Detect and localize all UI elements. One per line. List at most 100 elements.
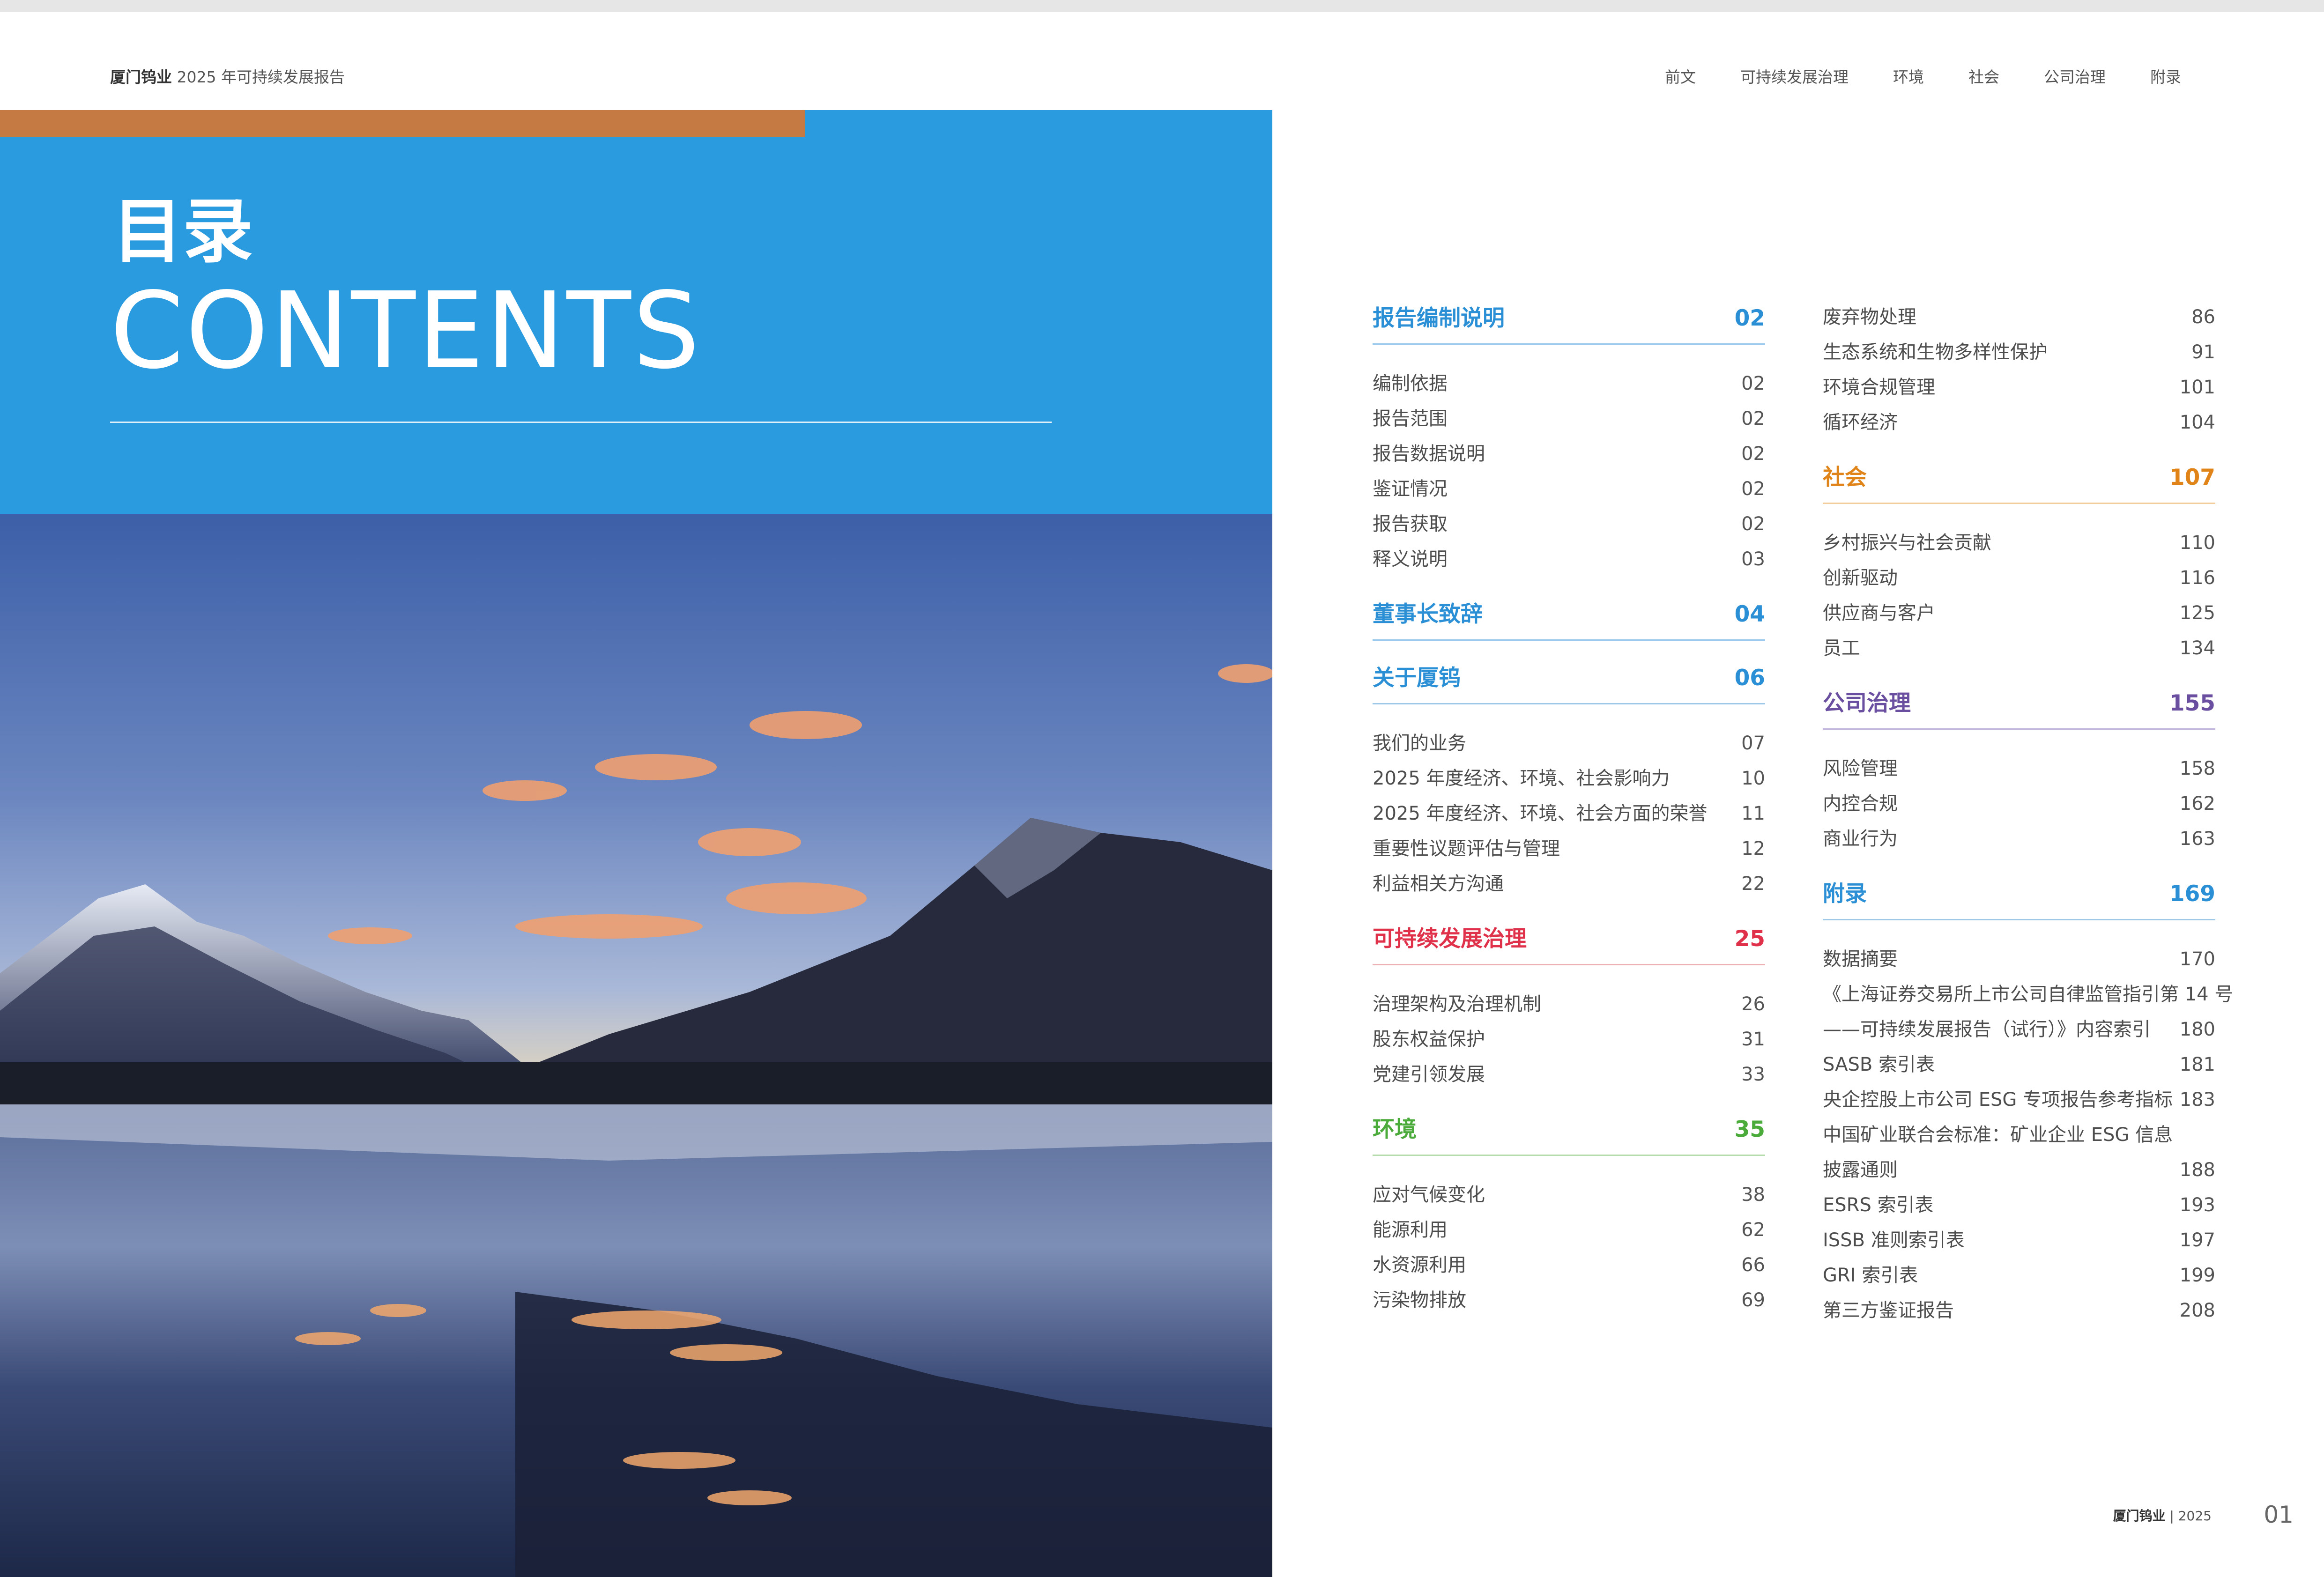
toc-item-page: 02 <box>1741 443 1765 465</box>
toc-item[interactable]: 第三方鉴证报告 208 <box>1823 1293 2215 1328</box>
toc-item-label: 鉴证情况 <box>1373 478 1448 500</box>
toc-item[interactable]: 污染物排放 69 <box>1373 1283 1765 1318</box>
toc-item[interactable]: 央企控股上市公司 ESG 专项报告参考指标 183 <box>1823 1082 2215 1118</box>
toc-item-label: 生态系统和生物多样性保护 <box>1823 341 2048 363</box>
footer-brand-name: 厦门钨业 <box>2113 1508 2166 1524</box>
landscape-photo <box>0 514 1272 1577</box>
toc-item[interactable]: 利益相关方沟通 22 <box>1373 866 1765 902</box>
toc-section-header[interactable]: 董事长致辞 04 <box>1373 596 1765 641</box>
toc-item-label: 员工 <box>1823 637 1860 659</box>
toc-item[interactable]: 治理架构及治理机制 26 <box>1373 987 1765 1022</box>
toc-item-page: 91 <box>2191 341 2215 363</box>
toc-item[interactable]: 股东权益保护 31 <box>1373 1022 1765 1057</box>
toc-item[interactable]: 编制依据 02 <box>1373 366 1765 401</box>
header-nav: 前文 可持续发展治理 环境 社会 公司治理 附录 <box>1665 65 2181 87</box>
toc-section-header[interactable]: 可持续发展治理 25 <box>1373 920 1765 965</box>
toc-item-label: 2025 年度经济、环境、社会影响力 <box>1373 768 1670 789</box>
toc-section-appendix: 附录 169 数据摘要 170 《上海证券交易所上市公司自律监管指引第 14 号 … <box>1823 875 2233 1328</box>
toc-item-page: 62 <box>1741 1219 1765 1241</box>
toc-item[interactable]: 释义说明 03 <box>1373 542 1765 577</box>
toc-item-label: 释义说明 <box>1373 548 1448 570</box>
toc-item-page: 181 <box>2179 1054 2215 1075</box>
toc-item[interactable]: 水资源利用 66 <box>1373 1248 1765 1283</box>
toc-section-header[interactable]: 附录 169 <box>1823 875 2215 920</box>
toc-item[interactable]: 供应商与客户 125 <box>1823 596 2215 631</box>
toc-item[interactable]: 商业行为 163 <box>1823 822 2215 857</box>
toc-item[interactable]: 内控合规 162 <box>1823 786 2215 822</box>
nav-item-corporate-governance[interactable]: 公司治理 <box>2044 65 2106 87</box>
nav-item-appendix[interactable]: 附录 <box>2150 65 2181 87</box>
toc-item[interactable]: 风险管理 158 <box>1823 751 2215 786</box>
toc-item-label: 水资源利用 <box>1373 1254 1466 1276</box>
toc-section-chairman: 董事长致辞 04 <box>1373 596 1765 641</box>
toc-item[interactable]: 数据摘要 170 <box>1823 942 2215 977</box>
toc-section-header[interactable]: 关于厦钨 06 <box>1373 659 1765 704</box>
toc-item-label: 党建引领发展 <box>1373 1064 1485 1085</box>
toc-item[interactable]: 生态系统和生物多样性保护 91 <box>1823 335 2215 370</box>
toc-item-page: 180 <box>2179 1019 2215 1040</box>
toc-item-page: 104 <box>2179 412 2215 433</box>
toc-item[interactable]: 应对气候变化 38 <box>1373 1177 1765 1213</box>
toc-section-page: 02 <box>1734 305 1765 331</box>
toc-environment-continued: 废弃物处理 86 生态系统和生物多样性保护 91 环境合规管理 101 循环经济 104 <box>1823 300 2215 440</box>
toc-item[interactable]: 废弃物处理 86 <box>1823 300 2215 335</box>
toc-item[interactable]: SASB 索引表 181 <box>1823 1047 2215 1082</box>
toc-item-label: ESRS 索引表 <box>1823 1194 1934 1216</box>
toc-item-label: 乡村振兴与社会贡献 <box>1823 532 1991 554</box>
toc-section-header[interactable]: 社会 107 <box>1823 459 2215 504</box>
nav-item-social[interactable]: 社会 <box>1968 65 1999 87</box>
toc-section-title: 报告编制说明 <box>1373 305 1505 331</box>
toc-item[interactable]: 创新驱动 116 <box>1823 561 2215 596</box>
toc-item[interactable]: 环境合规管理 101 <box>1823 370 2215 405</box>
toc-item-label: 风险管理 <box>1823 758 1898 779</box>
nav-item-preface[interactable]: 前文 <box>1665 65 1696 87</box>
toc-item-page: 163 <box>2179 828 2215 850</box>
toc-item[interactable]: 2025 年度经济、环境、社会方面的荣誉 11 <box>1373 796 1765 831</box>
toc-item[interactable]: 2025 年度经济、环境、社会影响力 10 <box>1373 761 1765 796</box>
top-strip <box>0 0 2324 12</box>
toc-item[interactable]: 我们的业务 07 <box>1373 726 1765 761</box>
toc-item-page: 170 <box>2179 948 2215 970</box>
brand-name: 厦门钨业 <box>110 68 172 86</box>
nav-item-environment[interactable]: 环境 <box>1893 65 1924 87</box>
toc-item-label: 循环经济 <box>1823 412 1898 433</box>
toc-section-environment: 环境 35 应对气候变化 38 能源利用 62 水资源利用 66 污染物排放 69 <box>1373 1111 1765 1318</box>
toc-item[interactable]: 循环经济 104 <box>1823 405 2215 440</box>
page-number: 01 <box>2264 1501 2294 1528</box>
toc-item[interactable]: 披露通则 188 <box>1823 1153 2215 1188</box>
toc-item[interactable]: 报告获取 02 <box>1373 507 1765 542</box>
toc-item-label: 重要性议题评估与管理 <box>1373 838 1560 859</box>
toc-item[interactable]: ——可持续发展报告（试行）》内容索引 180 <box>1823 1012 2215 1047</box>
toc-item-page: 31 <box>1741 1029 1765 1050</box>
toc-item-label: 应对气候变化 <box>1373 1184 1485 1206</box>
toc-section-header[interactable]: 报告编制说明 02 <box>1373 300 1765 345</box>
toc-item[interactable]: 报告范围 02 <box>1373 401 1765 437</box>
toc-item-page: 11 <box>1741 803 1765 824</box>
toc-item-label: SASB 索引表 <box>1823 1054 1935 1075</box>
toc-item-label: 中国矿业联合会标准：矿业企业 ESG 信息 <box>1823 1124 2173 1146</box>
toc-item-label: 股东权益保护 <box>1373 1029 1485 1050</box>
toc-item[interactable]: 员工 134 <box>1823 631 2215 666</box>
toc-item[interactable]: 鉴证情况 02 <box>1373 472 1765 507</box>
toc-section-header[interactable]: 环境 35 <box>1373 1111 1765 1156</box>
toc-item[interactable]: ESRS 索引表 193 <box>1823 1188 2215 1223</box>
toc-item[interactable]: 能源利用 62 <box>1373 1213 1765 1248</box>
toc-item[interactable]: 乡村振兴与社会贡献 110 <box>1823 526 2215 561</box>
toc-item[interactable]: 《上海证券交易所上市公司自律监管指引第 14 号 <box>1823 977 2233 1012</box>
toc-item-label: 环境合规管理 <box>1823 377 1935 398</box>
toc-item[interactable]: GRI 索引表 199 <box>1823 1258 2215 1293</box>
toc-item-label: 能源利用 <box>1373 1219 1448 1241</box>
toc-item[interactable]: 中国矿业联合会标准：矿业企业 ESG 信息 <box>1823 1118 2215 1153</box>
toc-item[interactable]: 重要性议题评估与管理 12 <box>1373 831 1765 866</box>
toc-item[interactable]: 报告数据说明 02 <box>1373 437 1765 472</box>
toc-column-left: 报告编制说明 02 编制依据 02 报告范围 02 报告数据说明 02 鉴证情况 02 … <box>1373 300 1765 1337</box>
toc-item-label: 治理架构及治理机制 <box>1373 993 1541 1015</box>
toc-item[interactable]: ISSB 准则索引表 197 <box>1823 1223 2215 1258</box>
toc-item-page: 86 <box>2191 306 2215 328</box>
nav-item-governance[interactable]: 可持续发展治理 <box>1740 65 1849 87</box>
toc-section-report: 报告编制说明 02 编制依据 02 报告范围 02 报告数据说明 02 鉴证情况 02 … <box>1373 300 1765 577</box>
toc-item-page: 134 <box>2179 637 2215 659</box>
toc-item[interactable]: 党建引领发展 33 <box>1373 1057 1765 1092</box>
header-brand: 厦门钨业 2025 年可持续发展报告 <box>110 65 345 87</box>
toc-section-header[interactable]: 公司治理 155 <box>1823 685 2215 730</box>
